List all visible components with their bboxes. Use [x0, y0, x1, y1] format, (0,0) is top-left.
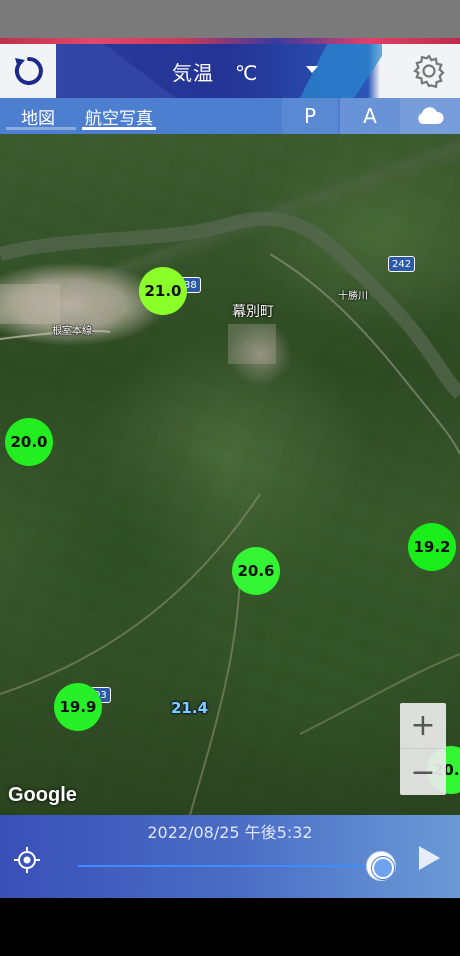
route-badge: 242: [388, 256, 416, 272]
timeline-bar: 2022/08/25 午後5:32: [0, 815, 460, 898]
slider-thumb[interactable]: [367, 852, 396, 880]
tab-map-underline: [6, 127, 76, 130]
crosshair-icon: [14, 847, 40, 873]
settings-button[interactable]: [406, 50, 452, 92]
tab-cloud[interactable]: [400, 98, 460, 134]
marker-value: 20.0: [10, 433, 48, 451]
caret-down-icon: [306, 66, 318, 73]
view-tabs: 地図 航空写真 P A: [0, 98, 460, 134]
temperature-marker[interactable]: 20.6: [232, 547, 280, 595]
temperature-marker[interactable]: 20.0: [5, 418, 53, 466]
aerial-map[interactable]: 幕別町 根室本線 十勝川 38 242 03 21.0 20.0 20.6 19…: [0, 134, 460, 815]
tab-aerial-photo[interactable]: 航空写真: [78, 98, 160, 134]
temperature-label[interactable]: 21.4: [171, 699, 208, 717]
parameter-label: 気温 ℃: [172, 60, 259, 85]
tab-a[interactable]: A: [340, 98, 400, 134]
marker-value: 19.9: [59, 698, 97, 716]
google-logo: Google: [8, 784, 77, 806]
time-slider[interactable]: [78, 851, 396, 881]
active-tab-underline: [82, 127, 156, 130]
zoom-in-button[interactable]: +: [400, 703, 446, 749]
tab-map[interactable]: 地図: [6, 98, 76, 134]
zoom-out-button[interactable]: −: [400, 749, 446, 795]
marker-value: 19.2: [413, 538, 451, 556]
play-button[interactable]: [414, 843, 444, 873]
temperature-marker[interactable]: 19.9: [54, 683, 102, 731]
town-label: 幕別町: [232, 304, 274, 320]
system-nav-bar: [0, 898, 460, 956]
refresh-button[interactable]: [8, 50, 50, 92]
refresh-icon: [14, 57, 43, 85]
slider-fill: [78, 865, 382, 867]
timestamp: 2022/08/25 午後5:32: [147, 823, 313, 842]
parameter-dropdown[interactable]: 気温 ℃: [150, 44, 330, 98]
tab-map-label: 地図: [21, 108, 55, 129]
river-label: 十勝川: [338, 291, 368, 302]
temperature-marker[interactable]: 21.0: [139, 267, 187, 315]
tab-a-label: A: [363, 104, 377, 128]
play-icon: [419, 846, 440, 870]
marker-value: 20.6: [237, 562, 275, 580]
tab-p[interactable]: P: [282, 98, 338, 134]
gear-icon: [413, 54, 445, 89]
temperature-marker[interactable]: 19.2: [408, 523, 456, 571]
locate-button[interactable]: [10, 843, 44, 877]
app-screen: 気温 ℃ 地図 航空写真 P A 幕別町 根室本線 十勝川 38 242 03 …: [0, 0, 460, 956]
status-bar: [0, 0, 460, 38]
cloud-icon: [418, 107, 444, 124]
tab-p-label: P: [303, 104, 317, 128]
marker-value: 21.0: [144, 282, 182, 300]
tab-aerial-label: 航空写真: [85, 108, 153, 129]
app-header: 気温 ℃: [0, 44, 460, 98]
zoom-control: + −: [400, 703, 446, 795]
rail-label: 根室本線: [52, 326, 92, 337]
